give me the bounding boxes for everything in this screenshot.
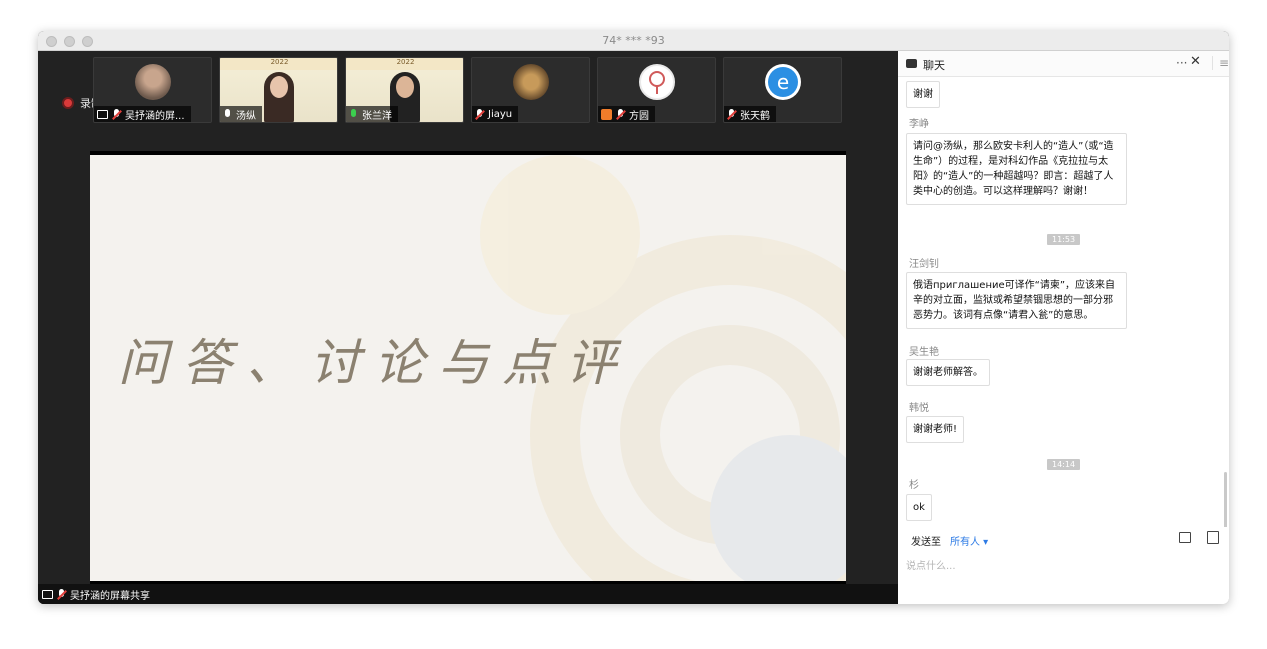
participant-tile[interactable]: Jiayu — [471, 57, 590, 123]
participant-tile[interactable]: 吴抒涵的屏... — [93, 57, 212, 123]
host-icon — [601, 108, 612, 120]
svg-text:e: e — [777, 70, 789, 94]
mic-muted-icon — [727, 108, 736, 120]
message-sender: 杉 — [909, 480, 919, 491]
more-options-icon[interactable]: ··· — [1176, 56, 1187, 70]
title-bar: 74* *** *93 — [38, 31, 1229, 51]
participant-caption: Jiayu — [472, 106, 519, 122]
close-icon[interactable]: ✕ — [1190, 54, 1201, 69]
send-to-label: 发送至 — [911, 537, 941, 548]
message-sender: 李峥 — [909, 119, 929, 130]
mic-muted-icon — [112, 108, 121, 120]
recording-dot-icon — [62, 97, 74, 109]
message-sender: 韩悦 — [909, 403, 929, 414]
message-sender: 汪剑钊 — [909, 259, 939, 270]
chat-message: 谢谢 — [906, 81, 940, 108]
save-chat-icon[interactable] — [1207, 531, 1219, 544]
mic-active-icon — [349, 108, 358, 120]
chat-scrollbar[interactable] — [1224, 472, 1227, 527]
ie-avatar-icon: e — [765, 64, 801, 100]
chat-header: 聊天 ··· ✕ ≡ — [898, 51, 1229, 77]
send-to-dropdown[interactable]: 所有人 ▾ — [950, 533, 988, 548]
participant-caption: 吴抒涵的屏... — [94, 106, 191, 122]
screen-share-bar: 吴抒涵的屏幕共享 — [38, 584, 898, 604]
screen-share-icon — [97, 109, 108, 119]
participant-tile[interactable]: 2022 张兰洋 — [345, 57, 464, 123]
mic-muted-icon — [475, 108, 484, 120]
participant-caption: 张兰洋 — [346, 106, 398, 122]
chat-input[interactable] — [906, 555, 1216, 577]
participant-caption: 汤纵 — [220, 106, 262, 122]
participant-caption: 方圆 — [598, 106, 655, 122]
magnifier-avatar-icon — [639, 64, 675, 100]
timestamp: 14:14 — [1047, 459, 1081, 470]
mic-icon — [223, 108, 232, 120]
mic-muted-icon — [616, 108, 625, 120]
window-title: 74* *** *93 — [602, 34, 665, 47]
chat-messages[interactable]: 谢谢 李峥 请问@汤纵，那么欧安卡利人的“造人”（或“造生命”）的过程，是对科幻… — [898, 77, 1229, 527]
chat-message: 俄语приглашение可译作“请柬”，应该来自辛的对立面，监狱或希望禁锢思想… — [906, 272, 1127, 329]
bird-avatar-icon — [513, 64, 549, 100]
video-area: 录制中 吴抒涵的屏... 2022 汤纵 2022 — [38, 51, 898, 604]
menu-icon[interactable]: ≡ — [1212, 56, 1229, 70]
avatar — [135, 64, 171, 100]
chat-message: 请问@汤纵，那么欧安卡利人的“造人”（或“造生命”）的过程，是对科幻作品《克拉拉… — [906, 133, 1127, 205]
chat-message: ok — [906, 494, 932, 521]
file-icon[interactable] — [1179, 532, 1191, 543]
chat-panel: 聊天 ··· ✕ ≡ 谢谢 李峥 请问@汤纵，那么欧安卡利人的“造人”（或“造生… — [898, 51, 1229, 604]
screen-share-icon — [42, 589, 53, 599]
shared-slide: 问答、讨论与点评 — [90, 155, 846, 581]
chat-message: 谢谢老师! — [906, 416, 965, 443]
meeting-window: 74* *** *93 录制中 吴抒涵的屏... 2022 汤纵 — [38, 31, 1229, 604]
chat-message: 谢谢老师解答。 — [906, 359, 990, 386]
participant-tile[interactable]: 方圆 — [597, 57, 716, 123]
participant-tile[interactable]: 2022 汤纵 — [219, 57, 338, 123]
participant-caption: 张天鹤 — [724, 106, 776, 122]
message-sender: 吴生艳 — [909, 347, 939, 358]
participant-tile[interactable]: e 张天鹤 — [723, 57, 842, 123]
timestamp: 11:53 — [1047, 234, 1081, 245]
chat-icon — [906, 59, 917, 68]
slide-title: 问答、讨论与点评 — [118, 334, 630, 392]
mic-muted-icon — [57, 588, 66, 600]
chat-composer: 发送至 所有人 ▾ — [898, 527, 1229, 604]
